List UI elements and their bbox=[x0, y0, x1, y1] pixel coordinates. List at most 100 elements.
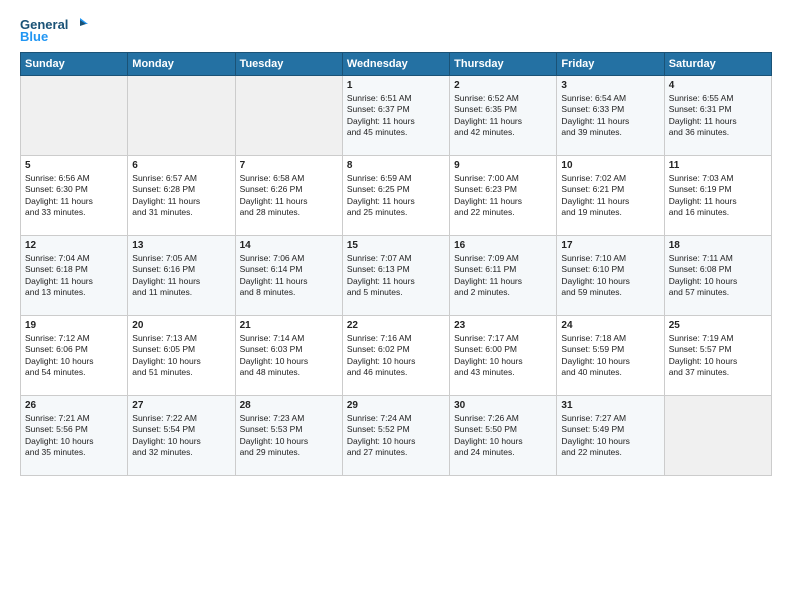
col-header-friday: Friday bbox=[557, 53, 664, 76]
calendar-cell bbox=[235, 76, 342, 156]
day-info: Sunrise: 7:09 AM Sunset: 6:11 PM Dayligh… bbox=[454, 253, 552, 299]
day-number: 12 bbox=[25, 240, 123, 251]
calendar-cell: 27 Sunrise: 7:22 AM Sunset: 5:54 PM Dayli… bbox=[128, 396, 235, 476]
calendar-cell: 30Sunrise: 7:26 AM Sunset: 5:50 PM Dayli… bbox=[450, 396, 557, 476]
day-number: 18 bbox=[669, 240, 767, 251]
col-header-wednesday: Wednesday bbox=[342, 53, 449, 76]
calendar-cell: 8 Sunrise: 6:59 AM Sunset: 6:25 PM Daylig… bbox=[342, 156, 449, 236]
day-number: 11 bbox=[669, 160, 767, 171]
calendar-cell: 20 Sunrise: 7:13 AM Sunset: 6:05 PM Dayli… bbox=[128, 316, 235, 396]
day-info: Sunrise: 6:58 AM Sunset: 6:26 PM Dayligh… bbox=[240, 173, 338, 219]
calendar-cell bbox=[664, 396, 771, 476]
day-number: 8 bbox=[347, 160, 445, 171]
calendar-cell: 12 Sunrise: 7:04 AM Sunset: 6:18 PM Dayli… bbox=[21, 236, 128, 316]
day-info: Sunrise: 7:19 AM Sunset: 5:57 PM Dayligh… bbox=[669, 333, 767, 379]
col-header-monday: Monday bbox=[128, 53, 235, 76]
day-number: 24 bbox=[561, 320, 659, 331]
day-number: 20 bbox=[132, 320, 230, 331]
calendar-cell: 28Sunrise: 7:23 AM Sunset: 5:53 PM Dayli… bbox=[235, 396, 342, 476]
logo: General Blue bbox=[20, 16, 88, 44]
day-info: Sunrise: 7:26 AM Sunset: 5:50 PM Dayligh… bbox=[454, 413, 552, 459]
day-number: 14 bbox=[240, 240, 338, 251]
day-info: Sunrise: 6:59 AM Sunset: 6:25 PM Dayligh… bbox=[347, 173, 445, 219]
col-header-tuesday: Tuesday bbox=[235, 53, 342, 76]
calendar-cell: 21 Sunrise: 7:14 AM Sunset: 6:03 PM Dayli… bbox=[235, 316, 342, 396]
day-number: 22 bbox=[347, 320, 445, 331]
day-number: 27 bbox=[132, 400, 230, 411]
calendar-cell: 11 Sunrise: 7:03 AM Sunset: 6:19 PM Dayli… bbox=[664, 156, 771, 236]
calendar-table: SundayMondayTuesdayWednesdayThursdayFrid… bbox=[20, 52, 772, 476]
col-header-saturday: Saturday bbox=[664, 53, 771, 76]
day-number: 31 bbox=[561, 400, 659, 411]
calendar-cell: 19 Sunrise: 7:12 AM Sunset: 6:06 PM Dayli… bbox=[21, 316, 128, 396]
day-info: Sunrise: 7:03 AM Sunset: 6:19 PM Dayligh… bbox=[669, 173, 767, 219]
calendar-cell: 7 Sunrise: 6:58 AM Sunset: 6:26 PM Daylig… bbox=[235, 156, 342, 236]
calendar-cell: 24 Sunrise: 7:18 AM Sunset: 5:59 PM Dayli… bbox=[557, 316, 664, 396]
logo-blue: Blue bbox=[20, 29, 48, 44]
day-number: 26 bbox=[25, 400, 123, 411]
day-number: 23 bbox=[454, 320, 552, 331]
day-number: 15 bbox=[347, 240, 445, 251]
day-info: Sunrise: 7:17 AM Sunset: 6:00 PM Dayligh… bbox=[454, 333, 552, 379]
day-info: Sunrise: 7:21 AM Sunset: 5:56 PM Dayligh… bbox=[25, 413, 123, 459]
calendar-cell: 26 Sunrise: 7:21 AM Sunset: 5:56 PM Dayli… bbox=[21, 396, 128, 476]
calendar-cell: 15 Sunrise: 7:07 AM Sunset: 6:13 PM Dayli… bbox=[342, 236, 449, 316]
day-number: 16 bbox=[454, 240, 552, 251]
calendar-cell: 17 Sunrise: 7:10 AM Sunset: 6:10 PM Dayli… bbox=[557, 236, 664, 316]
calendar-cell: 13Sunrise: 7:05 AM Sunset: 6:16 PM Dayli… bbox=[128, 236, 235, 316]
calendar-cell: 29 Sunrise: 7:24 AM Sunset: 5:52 PM Dayli… bbox=[342, 396, 449, 476]
day-info: Sunrise: 6:55 AM Sunset: 6:31 PM Dayligh… bbox=[669, 93, 767, 139]
day-number: 9 bbox=[454, 160, 552, 171]
calendar-cell: 16 Sunrise: 7:09 AM Sunset: 6:11 PM Dayli… bbox=[450, 236, 557, 316]
calendar-cell: 23 Sunrise: 7:17 AM Sunset: 6:00 PM Dayli… bbox=[450, 316, 557, 396]
calendar-cell: 14 Sunrise: 7:06 AM Sunset: 6:14 PM Dayli… bbox=[235, 236, 342, 316]
day-info: Sunrise: 6:57 AM Sunset: 6:28 PM Dayligh… bbox=[132, 173, 230, 219]
day-info: Sunrise: 7:10 AM Sunset: 6:10 PM Dayligh… bbox=[561, 253, 659, 299]
logo-bird-icon bbox=[70, 16, 88, 32]
logo-text: General Blue bbox=[20, 16, 88, 44]
calendar-cell: 25 Sunrise: 7:19 AM Sunset: 5:57 PM Dayli… bbox=[664, 316, 771, 396]
calendar-cell: 22 Sunrise: 7:16 AM Sunset: 6:02 PM Dayli… bbox=[342, 316, 449, 396]
day-number: 28 bbox=[240, 400, 338, 411]
day-number: 17 bbox=[561, 240, 659, 251]
day-info: Sunrise: 7:16 AM Sunset: 6:02 PM Dayligh… bbox=[347, 333, 445, 379]
day-info: Sunrise: 7:04 AM Sunset: 6:18 PM Dayligh… bbox=[25, 253, 123, 299]
calendar-cell: 5Sunrise: 6:56 AM Sunset: 6:30 PM Daylig… bbox=[21, 156, 128, 236]
calendar-cell: 18 Sunrise: 7:11 AM Sunset: 6:08 PM Dayli… bbox=[664, 236, 771, 316]
day-info: Sunrise: 7:06 AM Sunset: 6:14 PM Dayligh… bbox=[240, 253, 338, 299]
calendar-cell: 9 Sunrise: 7:00 AM Sunset: 6:23 PM Daylig… bbox=[450, 156, 557, 236]
day-number: 21 bbox=[240, 320, 338, 331]
calendar-cell: 6 Sunrise: 6:57 AM Sunset: 6:28 PM Daylig… bbox=[128, 156, 235, 236]
day-info: Sunrise: 7:02 AM Sunset: 6:21 PM Dayligh… bbox=[561, 173, 659, 219]
day-number: 25 bbox=[669, 320, 767, 331]
day-info: Sunrise: 7:05 AM Sunset: 6:16 PM Dayligh… bbox=[132, 253, 230, 299]
day-number: 3 bbox=[561, 80, 659, 91]
col-header-sunday: Sunday bbox=[21, 53, 128, 76]
day-number: 7 bbox=[240, 160, 338, 171]
day-number: 1 bbox=[347, 80, 445, 91]
day-info: Sunrise: 7:13 AM Sunset: 6:05 PM Dayligh… bbox=[132, 333, 230, 379]
calendar-cell: 4 Sunrise: 6:55 AM Sunset: 6:31 PM Daylig… bbox=[664, 76, 771, 156]
day-info: Sunrise: 7:00 AM Sunset: 6:23 PM Dayligh… bbox=[454, 173, 552, 219]
day-number: 29 bbox=[347, 400, 445, 411]
day-info: Sunrise: 7:14 AM Sunset: 6:03 PM Dayligh… bbox=[240, 333, 338, 379]
day-info: Sunrise: 7:11 AM Sunset: 6:08 PM Dayligh… bbox=[669, 253, 767, 299]
day-info: Sunrise: 7:07 AM Sunset: 6:13 PM Dayligh… bbox=[347, 253, 445, 299]
day-number: 19 bbox=[25, 320, 123, 331]
calendar-cell: 10 Sunrise: 7:02 AM Sunset: 6:21 PM Dayli… bbox=[557, 156, 664, 236]
day-number: 6 bbox=[132, 160, 230, 171]
day-number: 10 bbox=[561, 160, 659, 171]
calendar-cell: 31 Sunrise: 7:27 AM Sunset: 5:49 PM Dayli… bbox=[557, 396, 664, 476]
day-number: 5 bbox=[25, 160, 123, 171]
calendar-cell: 1Sunrise: 6:51 AM Sunset: 6:37 PM Daylig… bbox=[342, 76, 449, 156]
day-info: Sunrise: 7:12 AM Sunset: 6:06 PM Dayligh… bbox=[25, 333, 123, 379]
day-info: Sunrise: 7:22 AM Sunset: 5:54 PM Dayligh… bbox=[132, 413, 230, 459]
calendar-cell bbox=[128, 76, 235, 156]
calendar-cell: 3 Sunrise: 6:54 AM Sunset: 6:33 PM Daylig… bbox=[557, 76, 664, 156]
calendar-cell bbox=[21, 76, 128, 156]
day-number: 4 bbox=[669, 80, 767, 91]
day-info: Sunrise: 6:54 AM Sunset: 6:33 PM Dayligh… bbox=[561, 93, 659, 139]
day-info: Sunrise: 7:27 AM Sunset: 5:49 PM Dayligh… bbox=[561, 413, 659, 459]
day-info: Sunrise: 7:18 AM Sunset: 5:59 PM Dayligh… bbox=[561, 333, 659, 379]
day-info: Sunrise: 7:24 AM Sunset: 5:52 PM Dayligh… bbox=[347, 413, 445, 459]
